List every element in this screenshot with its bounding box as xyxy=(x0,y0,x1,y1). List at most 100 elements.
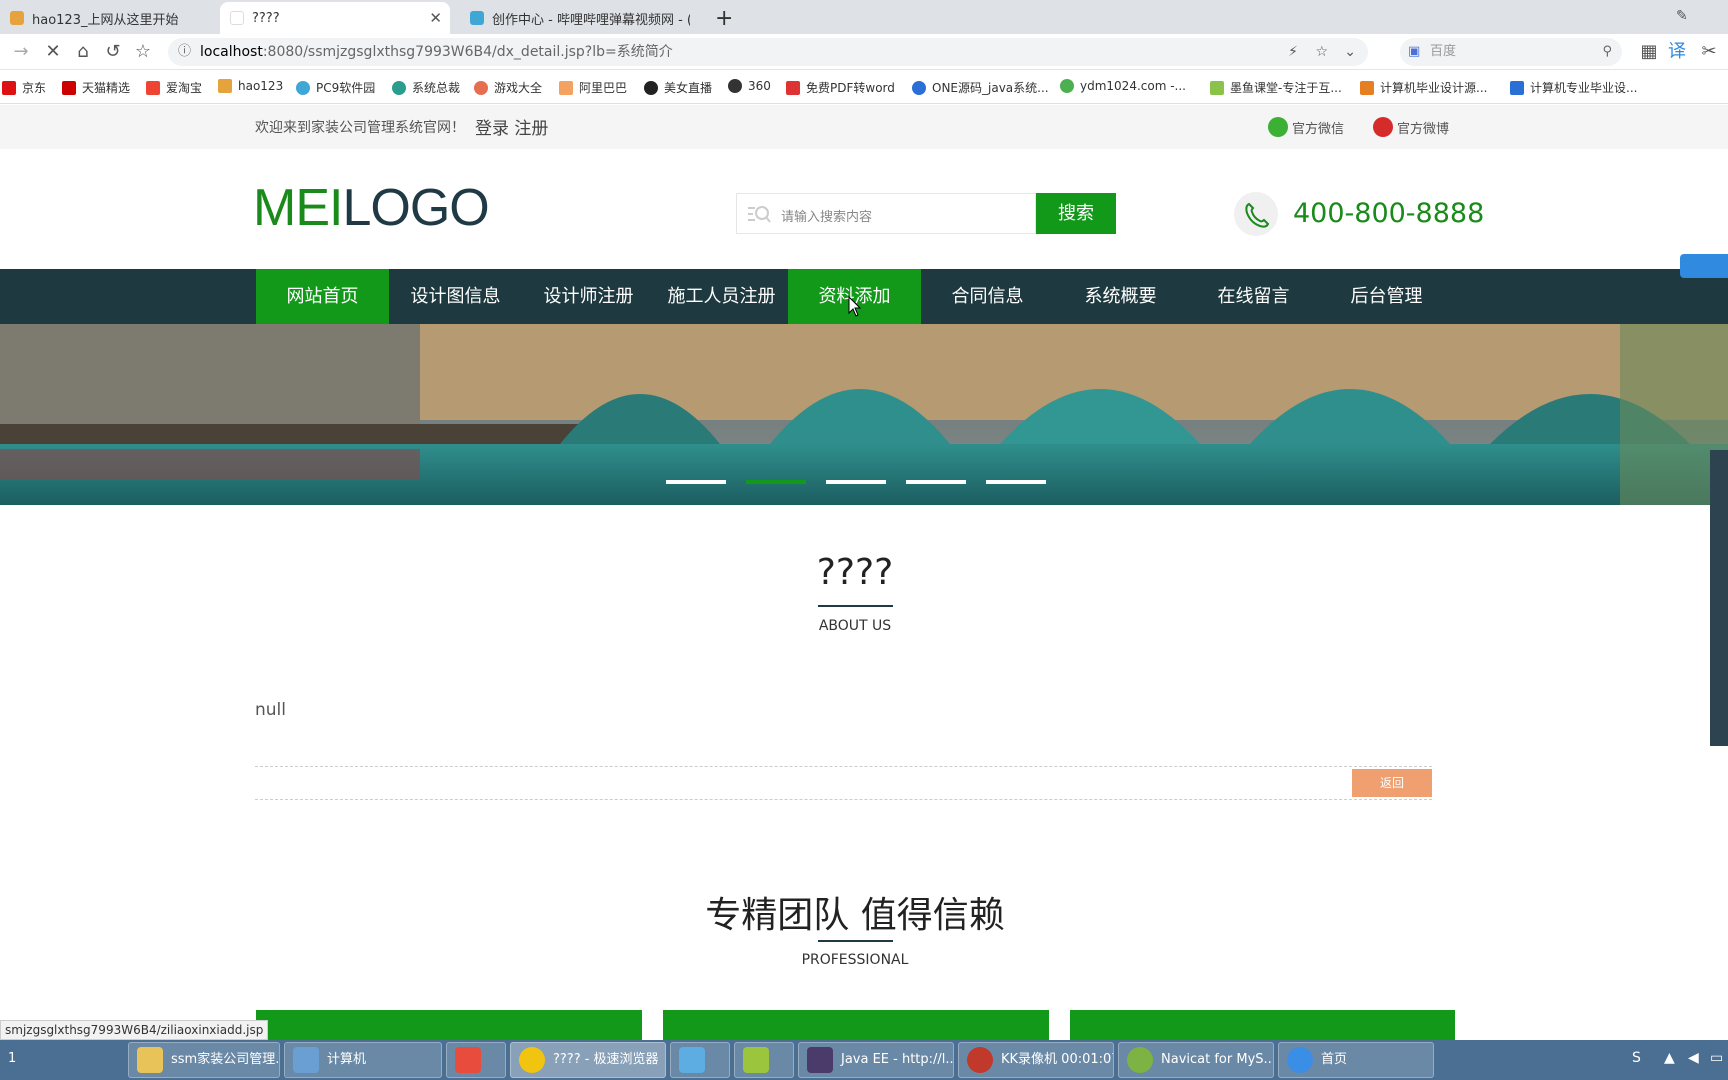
tab-hao123[interactable]: hao123_上网从这里开始 xyxy=(0,2,195,34)
banner-dot[interactable] xyxy=(826,480,886,484)
search-engine-box[interactable]: ▣ 百度 ⚲ xyxy=(1400,38,1622,66)
bookmark-item[interactable]: 天猫精选 xyxy=(62,79,130,96)
reading-mode-icon[interactable]: ✎ xyxy=(1676,8,1688,24)
bookmark-item[interactable]: 爱淘宝 xyxy=(146,79,202,96)
bookmark-item[interactable]: hao123 xyxy=(218,79,283,93)
nav-item-admin[interactable]: 后台管理 xyxy=(1320,269,1453,324)
banner-dot-active[interactable] xyxy=(746,480,806,484)
taskbar-item-notepad[interactable] xyxy=(734,1042,794,1078)
close-tab-icon[interactable]: ✕ xyxy=(429,9,442,27)
qr-icon[interactable]: ▦ xyxy=(1638,42,1660,62)
banner-dot[interactable] xyxy=(986,480,1046,484)
login-link[interactable]: 登录 xyxy=(475,119,509,139)
volume-icon[interactable]: ◀ xyxy=(1688,1050,1699,1066)
nav-item-overview[interactable]: 系统概要 xyxy=(1054,269,1187,324)
nav-item-design-info[interactable]: 设计图信息 xyxy=(389,269,522,324)
search-icon[interactable]: ⚲ xyxy=(1602,38,1612,66)
nav-item-home[interactable]: 网站首页 xyxy=(256,269,389,324)
nav-item-messages[interactable]: 在线留言 xyxy=(1187,269,1320,324)
tab-bilibili[interactable]: 创作中心 - 哔哩哔哩弹幕视频网 - ( xyxy=(460,2,690,34)
bookmark-label: PC9软件园 xyxy=(316,81,376,95)
address-bar[interactable]: ⓘ localhost:8080/ssmjzgsglxthsg7993W6B4/… xyxy=(168,38,1368,66)
bookmark-item[interactable]: 系统总裁 xyxy=(392,79,460,96)
bookmark-star-icon[interactable]: ☆ xyxy=(1315,38,1328,66)
ime-icon[interactable]: S xyxy=(1632,1050,1641,1066)
team-card[interactable] xyxy=(1070,1010,1455,1040)
taskbar-item-app[interactable] xyxy=(446,1042,506,1078)
taskbar-label: Navicat for MyS... xyxy=(1161,1052,1274,1067)
about-content: null xyxy=(255,700,286,720)
site-search-input[interactable]: 请输入搜索内容 xyxy=(736,193,1036,234)
cloud-float-button[interactable] xyxy=(1680,254,1728,278)
computer-icon xyxy=(293,1047,319,1073)
weibo-link[interactable]: 官方微博 xyxy=(1373,117,1449,137)
taskbar-item-folder[interactable]: ssm家装公司管理... xyxy=(128,1042,280,1078)
bookmark-item[interactable]: 360 xyxy=(728,79,771,93)
main-nav: 网站首页 设计图信息 设计师注册 施工人员注册 资料添加 合同信息 系统概要 在… xyxy=(0,269,1728,324)
taskbar-item-cloud[interactable] xyxy=(670,1042,730,1078)
chevron-down-icon[interactable]: ⌄ xyxy=(1344,38,1356,66)
app-icon xyxy=(455,1047,481,1073)
folder-icon xyxy=(137,1047,163,1073)
bookmark-label: 京东 xyxy=(22,81,47,95)
bookmark-item[interactable]: 美女直播 xyxy=(644,79,712,96)
team-card[interactable] xyxy=(663,1010,1049,1040)
wechat-label: 官方微信 xyxy=(1292,121,1345,137)
bookmark-item[interactable]: 京东 xyxy=(2,79,46,96)
home-icon[interactable]: ⌂ xyxy=(72,42,94,62)
taskbar-item-computer[interactable]: 计算机 xyxy=(284,1042,442,1078)
search-button[interactable]: 搜索 xyxy=(1036,193,1116,234)
start-label[interactable]: 1 xyxy=(8,1051,16,1066)
bookmark-item[interactable]: 计算机专业毕业设... xyxy=(1510,79,1637,96)
taskbar-label: KK录像机 00:01:07 xyxy=(1001,1052,1114,1067)
bookmark-item[interactable]: 游戏大全 xyxy=(474,79,542,96)
bookmark-item[interactable]: 阿里巴巴 xyxy=(559,79,627,96)
nav-item-designer-register[interactable]: 设计师注册 xyxy=(522,269,655,324)
team-card[interactable] xyxy=(256,1010,642,1040)
bridge-river-image xyxy=(0,324,1728,505)
taskbar-item-java-ee[interactable]: Java EE - http://l... xyxy=(798,1042,954,1078)
tray-arrow-icon[interactable]: ▲ xyxy=(1664,1050,1675,1066)
top-info-bar: 欢迎来到家装公司管理系统官网！ 登录 注册 官方微信 官方微博 xyxy=(0,105,1728,149)
lightning-icon[interactable]: ⚡ xyxy=(1288,38,1298,66)
nav-item-contracts[interactable]: 合同信息 xyxy=(921,269,1054,324)
wechat-link[interactable]: 官方微信 xyxy=(1268,117,1344,137)
baidu-icon: ▣ xyxy=(1408,44,1421,59)
tab-title: ???? xyxy=(252,10,280,26)
bookmark-item[interactable]: PC9软件园 xyxy=(296,79,375,96)
bookmark-item[interactable]: ydm1024.com -... xyxy=(1060,79,1186,93)
banner-dot[interactable] xyxy=(906,480,966,484)
bookmark-item[interactable]: ONE源码_java系统... xyxy=(912,79,1049,96)
star-icon[interactable]: ☆ xyxy=(132,42,154,62)
nav-item-worker-register[interactable]: 施工人员注册 xyxy=(655,269,788,324)
team-title-underline xyxy=(818,940,893,942)
back-button[interactable]: 返回 xyxy=(1352,769,1432,797)
network-icon[interactable]: ▭ xyxy=(1710,1050,1723,1066)
bookmark-label: 阿里巴巴 xyxy=(579,81,628,95)
tab-current[interactable]: ???? ✕ xyxy=(220,2,450,34)
scissors-icon[interactable]: ✂ xyxy=(1698,42,1720,62)
translate-icon[interactable]: 译 xyxy=(1666,42,1688,62)
taskbar-item-navicat[interactable]: Navicat for MyS... xyxy=(1118,1042,1274,1078)
address-host: localhost xyxy=(200,44,263,60)
forward-icon[interactable]: → xyxy=(10,42,32,62)
team-title: 专精团队 值得信赖 xyxy=(705,895,1005,936)
stop-icon[interactable]: ✕ xyxy=(42,42,64,62)
bookmark-item[interactable]: 免费PDF转word xyxy=(786,79,895,96)
banner-dot[interactable] xyxy=(666,480,726,484)
taskbar-item-home[interactable]: 首页 xyxy=(1278,1042,1434,1078)
address-path: :8080/ssmjzgsglxthsg7993W6B4/dx_detail.j… xyxy=(262,44,673,60)
new-tab-button[interactable]: + xyxy=(705,2,731,34)
bookmark-item[interactable]: 计算机毕业设计源... xyxy=(1360,79,1487,96)
taskbar-label: 计算机 xyxy=(327,1052,367,1067)
taskbar-item-browser[interactable]: ???? - 极速浏览器 xyxy=(510,1042,666,1078)
taskbar-item-recorder[interactable]: KK录像机 00:01:07 xyxy=(958,1042,1114,1078)
site-logo[interactable]: MEILOGO xyxy=(253,178,490,238)
side-toolbar[interactable] xyxy=(1710,450,1728,746)
bookmark-item[interactable]: 墨鱼课堂-专注于互... xyxy=(1210,79,1342,96)
undo-icon[interactable]: ↺ xyxy=(102,42,124,62)
bookmark-label: hao123 xyxy=(238,79,284,93)
browser-icon xyxy=(519,1047,545,1073)
bookmark-label: 360 xyxy=(748,79,771,93)
register-link[interactable]: 注册 xyxy=(514,119,548,139)
